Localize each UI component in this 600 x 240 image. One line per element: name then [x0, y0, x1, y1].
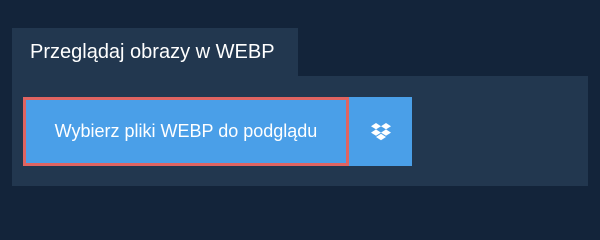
- tab-label: Przeglądaj obrazy w WEBP: [30, 41, 275, 63]
- dropbox-button[interactable]: [349, 97, 412, 166]
- select-files-button[interactable]: Wybierz pliki WEBP do podglądu: [23, 97, 349, 166]
- page: Przeglądaj obrazy w WEBP Wybierz pliki W…: [0, 0, 600, 230]
- dropbox-icon: [370, 122, 391, 141]
- select-files-label: Wybierz pliki WEBP do podglądu: [54, 121, 318, 141]
- tab-view-webp[interactable]: Przeglądaj obrazy w WEBP: [12, 28, 298, 76]
